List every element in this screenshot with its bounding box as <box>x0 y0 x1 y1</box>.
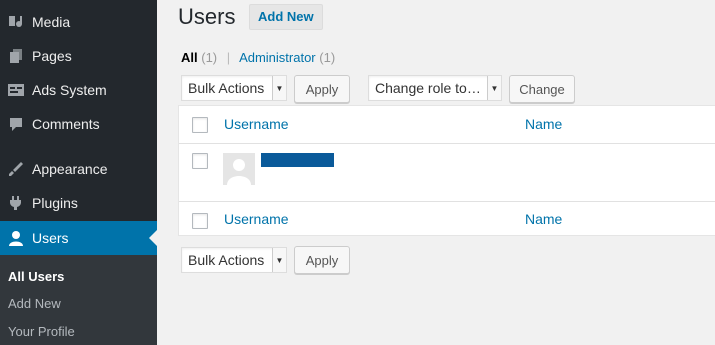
active-menu-arrow <box>149 230 157 246</box>
sidebar-item-appearance[interactable]: Appearance <box>0 152 157 186</box>
sidebar-item-label: Pages <box>32 48 72 64</box>
bulk-actions-value: Bulk Actions <box>188 80 265 96</box>
add-new-button[interactable]: Add New <box>249 4 323 30</box>
column-name-footer[interactable]: Name <box>525 211 562 227</box>
apply-button-top[interactable]: Apply <box>294 75 350 103</box>
filter-separator: | <box>226 50 231 65</box>
bulk-actions-select-bottom[interactable]: Bulk Actions ▼ <box>181 247 287 273</box>
sidebar-item-label: Appearance <box>32 161 108 177</box>
username-link-redacted[interactable] <box>261 153 334 167</box>
sidebar-item-label: Media <box>32 14 71 30</box>
apply-button-bottom[interactable]: Apply <box>294 246 350 274</box>
select-all-checkbox-footer[interactable] <box>192 213 208 229</box>
sidebar-item-pages[interactable]: Pages <box>0 39 157 73</box>
filter-administrator[interactable]: Administrator <box>239 50 316 65</box>
change-role-button[interactable]: Change <box>509 75 575 103</box>
column-username-footer[interactable]: Username <box>224 211 289 227</box>
sidebar-item-comments[interactable]: Comments <box>0 107 157 141</box>
media-icon <box>6 12 26 32</box>
ads-icon <box>6 80 26 100</box>
submenu-item-add-new[interactable]: Add New <box>8 296 61 311</box>
submenu-item-all-users[interactable]: All Users <box>8 269 64 284</box>
column-username[interactable]: Username <box>224 116 289 132</box>
column-name[interactable]: Name <box>525 116 562 132</box>
page-title: Users <box>178 4 236 29</box>
chevron-down-icon: ▼ <box>272 248 286 272</box>
sidebar-item-users[interactable]: Users <box>0 221 157 255</box>
avatar <box>223 153 255 185</box>
submenu-item-your-profile[interactable]: Your Profile <box>8 324 75 339</box>
row-checkbox[interactable] <box>192 153 208 169</box>
plugins-icon <box>6 193 26 213</box>
filter-all[interactable]: All <box>181 50 198 65</box>
users-submenu: All Users Add New Your Profile <box>0 255 157 345</box>
comments-icon <box>6 114 26 134</box>
users-table: Username Name Username Name <box>178 105 715 236</box>
chevron-down-icon: ▼ <box>272 76 286 100</box>
sidebar-item-label: Ads System <box>32 82 107 98</box>
select-all-checkbox[interactable] <box>192 117 208 133</box>
sidebar-item-label: Comments <box>32 116 100 132</box>
change-role-value: Change role to… <box>375 80 481 96</box>
table-header-row: Username Name <box>179 106 715 144</box>
users-icon <box>6 228 26 248</box>
table-footer-row: Username Name <box>179 201 715 238</box>
filter-administrator-count: (1) <box>319 50 336 65</box>
appearance-icon <box>6 159 26 179</box>
pages-icon <box>6 46 26 66</box>
sidebar-item-label: Plugins <box>32 195 78 211</box>
admin-sidebar: Media Pages Ads System Comments Appearan… <box>0 0 157 345</box>
sidebar-item-label: Users <box>32 230 69 246</box>
change-role-select[interactable]: Change role to… ▼ <box>368 75 502 101</box>
bulk-actions-value: Bulk Actions <box>188 252 265 268</box>
filter-all-count: (1) <box>201 50 218 65</box>
chevron-down-icon: ▼ <box>487 76 501 100</box>
sidebar-item-ads-system[interactable]: Ads System <box>0 73 157 107</box>
sidebar-item-media[interactable]: Media <box>0 5 157 39</box>
user-role-filters: All (1) | Administrator (1) <box>181 50 335 65</box>
bulk-actions-select-top[interactable]: Bulk Actions ▼ <box>181 75 287 101</box>
sidebar-item-plugins[interactable]: Plugins <box>0 186 157 220</box>
table-row <box>179 143 715 201</box>
